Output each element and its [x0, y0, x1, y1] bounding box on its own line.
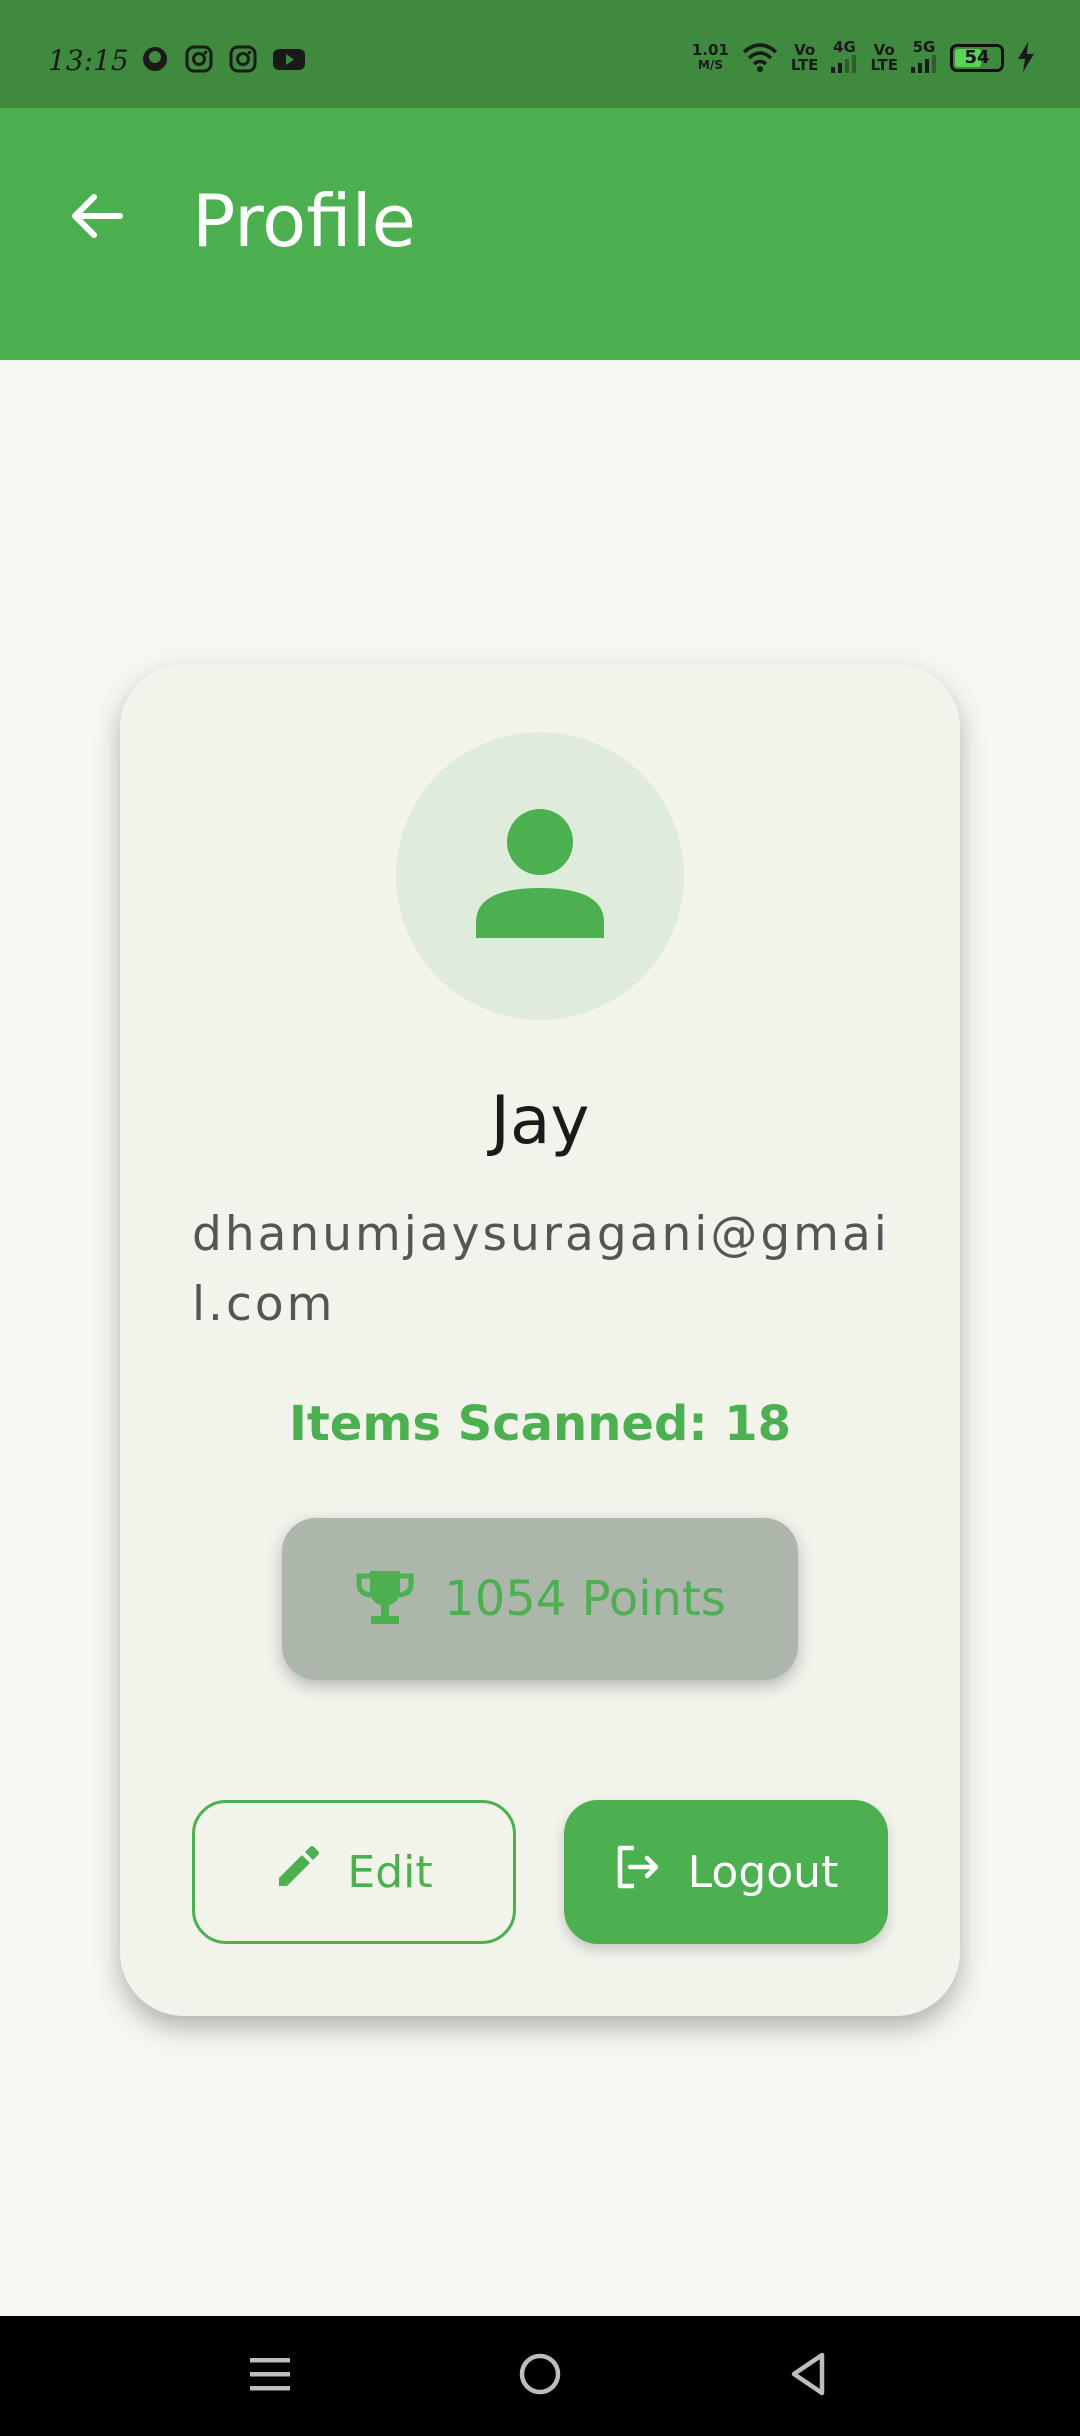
- home-icon: [517, 2351, 563, 2401]
- trophy-icon: [354, 1566, 416, 1632]
- edit-label: Edit: [347, 1846, 433, 1898]
- arrow-back-icon: [68, 191, 124, 245]
- menu-icon: [248, 2352, 292, 2400]
- sim1-volte: Vo LTE: [791, 43, 819, 73]
- user-name: Jay: [490, 1082, 590, 1159]
- instagram-icon: [228, 44, 258, 78]
- person-icon: [470, 804, 610, 948]
- back-button[interactable]: [56, 178, 136, 258]
- network-speed-value: 1.01: [691, 41, 729, 59]
- charging-icon: [1016, 41, 1036, 75]
- page-title: Profile: [192, 179, 416, 263]
- system-nav-bar: [0, 2316, 1080, 2436]
- items-scanned-count: Items Scanned: 18: [288, 1396, 792, 1452]
- signal-icon: [830, 55, 858, 76]
- logout-button[interactable]: Logout: [564, 1800, 888, 1944]
- notification-app-icon: [140, 44, 170, 78]
- status-notification-icons: [140, 44, 306, 78]
- battery-indicator: 54: [950, 44, 1004, 72]
- sim2-volte: Vo LTE: [870, 43, 898, 73]
- wifi-icon: [741, 41, 779, 76]
- network-speed-unit: M/S: [697, 58, 723, 72]
- sim1-volte-bottom: LTE: [790, 56, 819, 74]
- status-time: 13:15: [48, 44, 129, 77]
- points-badge: 1054 Points: [282, 1518, 798, 1680]
- status-bar: 13:15 1.01 M/S Vo LTE 4G Vo LTE 5G 54: [0, 0, 1080, 108]
- sim2-volte-bottom: LTE: [870, 56, 898, 74]
- back-icon: [786, 2351, 830, 2401]
- pencil-icon: [275, 1844, 321, 1901]
- home-button[interactable]: [510, 2346, 570, 2406]
- points-value: 1054 Points: [444, 1571, 726, 1627]
- profile-screen: 13:15 1.01 M/S Vo LTE 4G Vo LTE 5G 54 Pr…: [0, 0, 1080, 2436]
- signal-icon: [910, 55, 938, 76]
- user-email: dhanumjaysuragani@gmail.com: [192, 1207, 890, 1332]
- sim1-signal: 4G: [830, 40, 858, 76]
- status-system-icons: 1.01 M/S Vo LTE 4G Vo LTE 5G 54: [692, 40, 1036, 76]
- youtube-icon: [272, 44, 306, 78]
- avatar: [396, 732, 684, 1020]
- sim1-network: 4G: [833, 38, 856, 56]
- battery-level: 54: [964, 47, 990, 68]
- instagram-icon: [184, 44, 214, 78]
- profile-card: Jay dhanumjaysuragani@gmail.com Items Sc…: [120, 664, 960, 2016]
- edit-button[interactable]: Edit: [192, 1800, 516, 1944]
- logout-icon: [614, 1843, 662, 1902]
- system-back-button[interactable]: [778, 2346, 838, 2406]
- network-speed: 1.01 M/S: [692, 43, 729, 73]
- sim2-signal: 5G: [910, 40, 938, 76]
- app-bar: Profile: [0, 108, 1080, 360]
- sim2-network: 5G: [912, 38, 936, 56]
- recent-apps-button[interactable]: [240, 2346, 300, 2406]
- logout-label: Logout: [687, 1846, 839, 1898]
